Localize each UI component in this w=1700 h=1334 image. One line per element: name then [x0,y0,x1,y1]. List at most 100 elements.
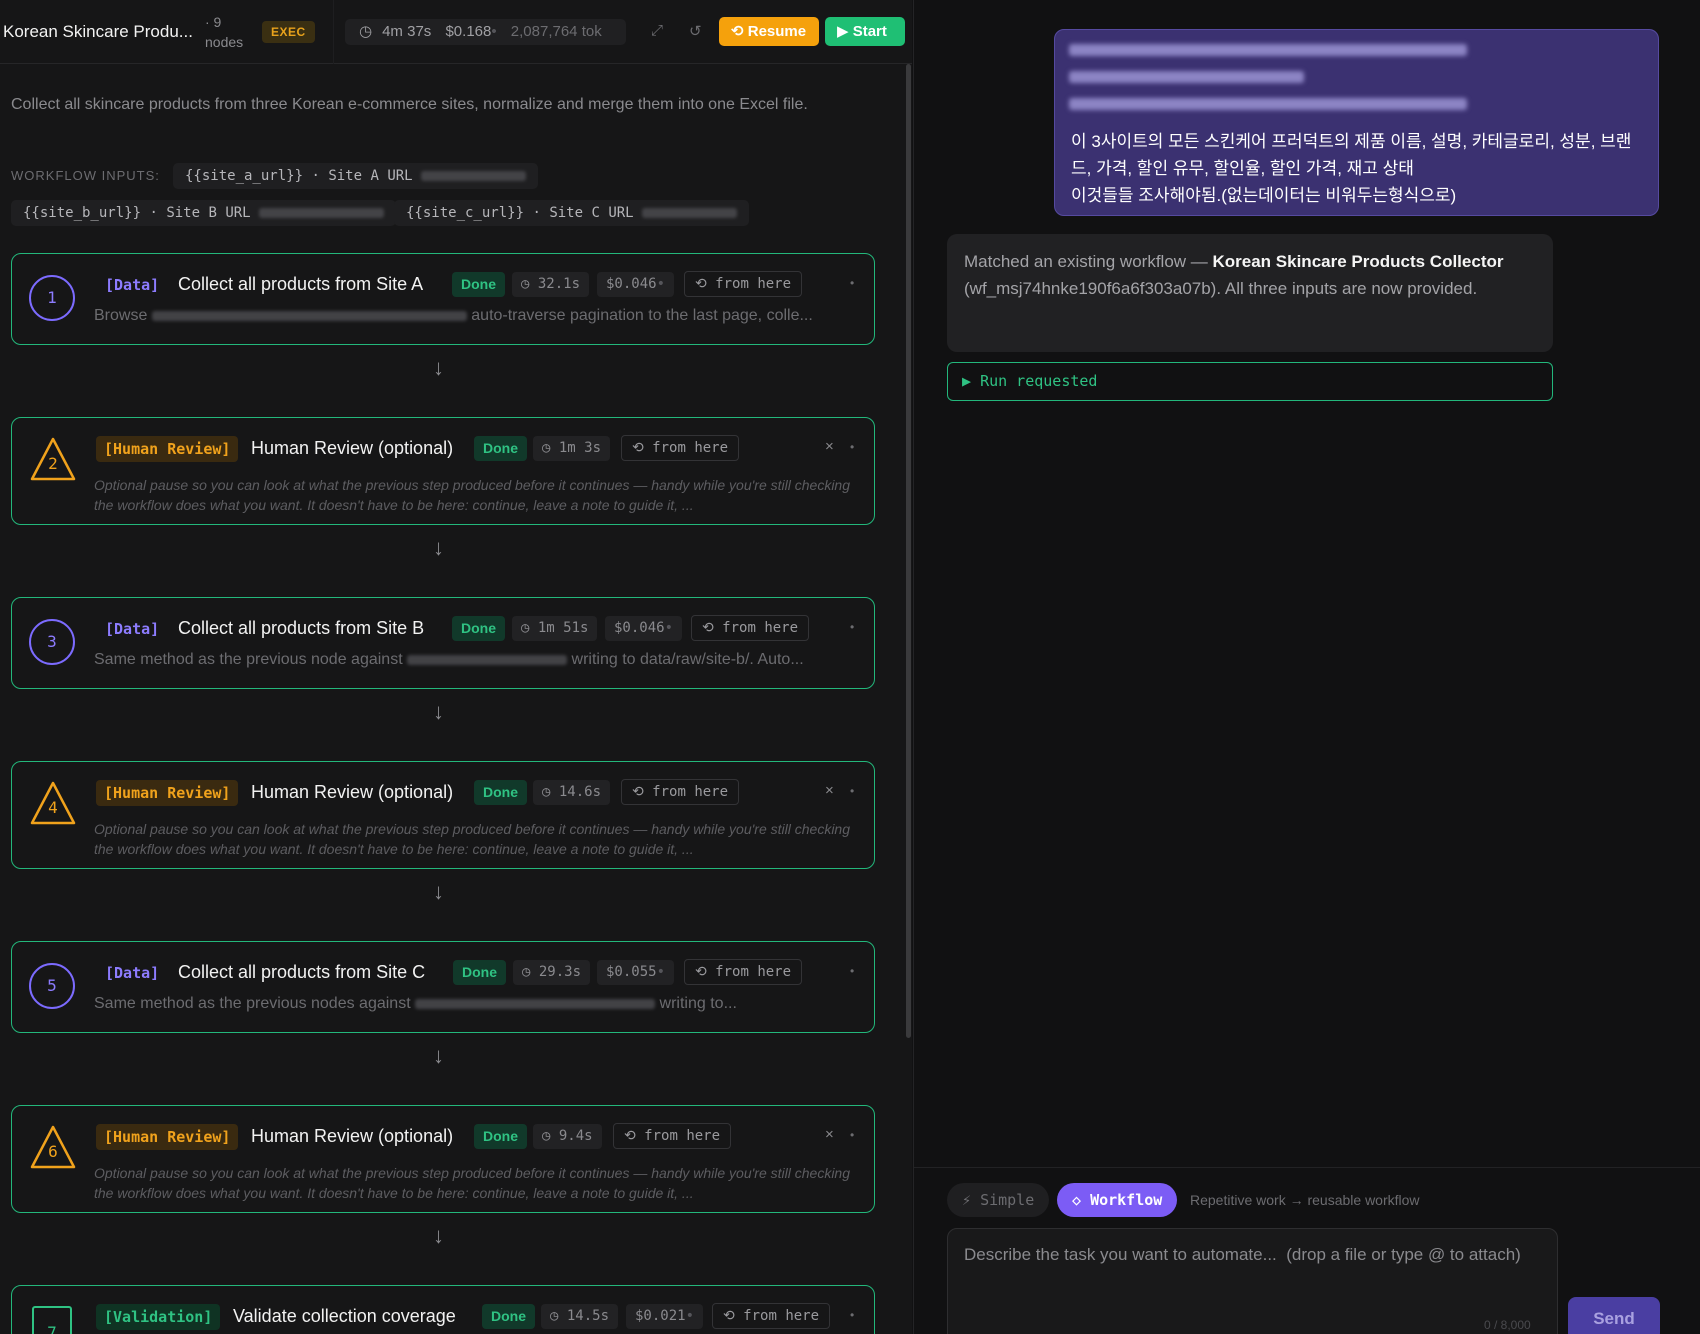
menu-dot-icon[interactable]: • [850,964,854,978]
input-var: {{site_b_url}} [23,205,142,221]
close-icon[interactable]: × [825,1126,834,1143]
redacted-line [1069,71,1304,83]
run-from-here-button[interactable]: ⟲ from here [691,615,810,641]
redacted-value [642,208,738,218]
cost-value: $0.046 [606,276,657,292]
step-number-square: 7 [32,1306,72,1334]
step-card[interactable]: 2 [Human Review] Human Review (optional)… [11,417,875,525]
step-card[interactable]: 7 [Validation] Validate collection cover… [11,1285,875,1334]
step-card[interactable]: 4 [Human Review] Human Review (optional)… [11,761,875,869]
cost-value: $0.046 [614,620,665,636]
step-description: Same method as the previous nodes agains… [94,995,864,1013]
run-from-here-button[interactable]: ⟲ from here [621,435,740,461]
run-cost: $0.168 [445,23,492,40]
status-badge: Done [453,960,506,985]
redacted-url [415,998,656,1009]
menu-dot-icon[interactable]: • [850,784,854,798]
step-card[interactable]: 1 [Data] Collect all products from Site … [11,253,875,345]
arrow-down-icon: ↓ [433,699,444,724]
step-card[interactable]: 5 [Data] Collect all products from Site … [11,941,875,1033]
step-tag: [Data] [105,276,160,294]
run-from-here-button[interactable]: ⟲ from here [712,1303,831,1329]
input-chip-site-a[interactable]: {{site_a_url}} · Site A URL [173,163,539,189]
step-title: Human Review (optional) [251,782,454,802]
step-description: Optional pause so you can look at what t… [94,821,851,857]
step-number: 6 [48,1142,58,1161]
clock-icon: ◷ [550,1308,567,1324]
redacted-line [1069,44,1467,56]
assistant-message: Matched an existing workflow — Korean Sk… [947,234,1553,352]
send-button[interactable]: Send [1568,1297,1660,1334]
arrow-down-icon: ↓ [433,355,444,380]
step-duration: ◷ 1m 3s [533,436,611,461]
replay-icon: ⟲ [624,1128,645,1144]
arrow-down-icon: ↓ [433,1043,444,1068]
duration-value: 14.6s [558,784,602,800]
run-from-here-button[interactable]: ⟲ from here [684,959,803,985]
mode-hint: Repetitive work → reusable workflow [1190,1192,1420,1208]
resume-icon: ⟲ [731,23,748,40]
input-chip-site-c[interactable]: {{site_c_url}} · Site C URL [394,200,750,226]
status-badge: Done [474,436,527,461]
desc-text: Same method as the previous nodes agains… [94,995,411,1012]
info-dot-icon: • [685,1308,695,1324]
step-tag: [Human Review] [96,436,239,462]
run-requested-indicator[interactable]: ▶ Run requested [947,362,1553,401]
step-card[interactable]: 6 [Human Review] Human Review (optional)… [11,1105,875,1213]
inputs-label: WORKFLOW INPUTS: [11,168,160,183]
replay-icon: ⟲ [632,784,653,800]
clock-icon: ◷ [542,1128,559,1144]
step-description: Same method as the previous node against… [94,651,864,669]
cost-value: $0.021 [635,1308,686,1324]
duration-value: 14.5s [566,1308,610,1324]
expand-icon[interactable]: ⤢ [651,22,663,39]
step-card[interactable]: 3 [Data] Collect all products from Site … [11,597,875,689]
workflow-title[interactable]: Korean Skincare Produ... [3,22,193,42]
clock-icon: ◷ [542,784,559,800]
run-from-here-button[interactable]: ⟲ from here [684,271,803,297]
start-button[interactable]: ▶ Start [825,17,905,46]
step-cost: $0.055• [597,960,675,985]
mode-simple-toggle[interactable]: ⚡ Simple [947,1183,1050,1217]
step-duration: ◷ 1m 51s [512,616,598,641]
task-input[interactable] [947,1228,1558,1334]
duration-value: 1m 51s [537,620,589,636]
close-icon[interactable]: × [825,438,834,455]
menu-dot-icon[interactable]: • [850,440,854,454]
run-duration: 4m 37s [382,23,432,40]
menu-dot-icon[interactable]: • [850,1308,854,1322]
menu-dot-icon[interactable]: • [850,276,854,290]
from-here-label: from here [743,1308,820,1324]
input-chip-site-b[interactable]: {{site_b_url}} · Site B URL [11,200,397,226]
scrollbar[interactable] [906,64,911,1038]
cost-value: $0.055 [606,964,657,980]
menu-dot-icon[interactable]: • [850,620,854,634]
refresh-icon[interactable]: ↺ [689,22,702,40]
menu-dot-icon[interactable]: • [850,1128,854,1142]
close-icon[interactable]: × [825,782,834,799]
replay-icon: ⟲ [695,964,716,980]
mode-workflow-toggle[interactable]: ◇ Workflow [1057,1183,1178,1217]
clock-icon: ◷ [522,964,539,980]
workflow-header: Korean Skincare Produ... · 9 nodes EXEC … [0,0,912,64]
step-title: Collect all products from Site B [178,618,425,638]
workflow-description: Collect all skincare products from three… [11,96,808,113]
replay-icon: ⟲ [723,1308,744,1324]
run-from-here-button[interactable]: ⟲ from here [621,779,740,805]
lightning-icon: ⚡ [962,1191,981,1209]
from-here-label: from here [715,276,792,292]
step-description: Optional pause so you can look at what t… [94,477,851,513]
step-duration: ◷ 14.6s [533,780,611,805]
run-tokens: 2,087,764 tok [510,23,602,40]
run-stats: ◷ 4m 37s $0.168• 2,087,764 tok [345,19,626,45]
status-badge: Done [452,272,505,297]
redacted-value [259,208,385,218]
run-from-here-button[interactable]: ⟲ from here [613,1123,732,1149]
step-cost: $0.021• [626,1304,704,1329]
info-dot-icon: • [491,23,497,40]
step-description: Optional pause so you can look at what t… [94,1165,851,1201]
desc-text: writing to data/raw/site-b/. Auto... [571,651,804,668]
user-message-text: 이 3사이트의 모든 스킨케어 프러덕트의 제품 이름, 설명, 카테글로리, … [1071,128,1651,209]
resume-button[interactable]: ⟲ Resume [719,17,819,46]
info-dot-icon: • [656,964,666,980]
